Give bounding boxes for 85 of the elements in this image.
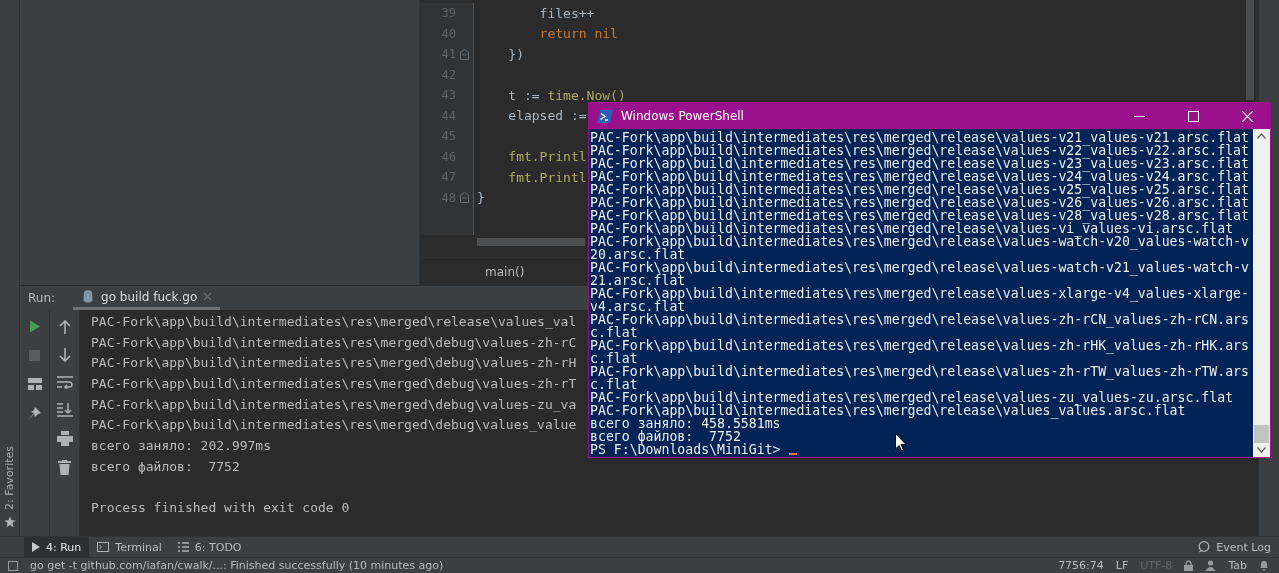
status-message: go get -t github.com/iafan/cwalk/...: Finished successfully (10 minutes ago) xyxy=(30,559,444,572)
scrollbar-thumb[interactable] xyxy=(477,238,585,246)
console-line: PAC-Fork\app\build\intermediates\res\merged\release\values-watch-v20_values-watch-v xyxy=(590,235,1249,248)
cursor-position[interactable]: 7756:74 xyxy=(1058,559,1104,572)
console-line: PAC-Fork\app\build\intermediates\res\merged\release\values-v21_values-v21.arsc.flat xyxy=(590,131,1249,144)
run-icon xyxy=(32,542,40,553)
tool-window-tab[interactable]: 4: Run xyxy=(24,537,90,558)
console-line: c.flat xyxy=(590,352,638,365)
event-log-tab[interactable]: Event Log xyxy=(1190,537,1279,558)
tool-window-tab[interactable]: Terminal xyxy=(89,537,170,558)
lock-icon[interactable] xyxy=(1184,560,1194,571)
console-line: PAC-Fork\app\build\intermediates\res\merged\release\values-zu_values-zu.arsc.flat xyxy=(590,391,1234,404)
tool-window-tab[interactable]: 6: TODO xyxy=(169,537,250,558)
console-line: всего файлов: 7752 xyxy=(91,458,240,474)
panel-title: Run: xyxy=(28,291,56,305)
console-line: всего заняло: 458.5581ms xyxy=(590,417,781,430)
fold-icon[interactable] xyxy=(460,48,469,60)
console-line: PAC-Fork\app\build\intermediates\res\merged\release\values-vi_values-vi.arsc.flat xyxy=(590,222,1234,235)
pin-icon[interactable] xyxy=(28,407,41,420)
console-line: PAC-Fork\app\build\intermediates\res\merged\debug\values-zh-rC xyxy=(91,334,577,350)
square-icon[interactable] xyxy=(8,560,18,571)
console-line: PAC-Fork\app\build\intermediates\res\merged\release\values-v24_values-v24.arsc.flat xyxy=(590,170,1249,183)
console-line: PAC-Fork\app\build\intermediates\res\merged\release\values_values.arsc.flat xyxy=(590,404,1186,417)
window-title: Windows PowerShell xyxy=(621,109,744,123)
close-icon xyxy=(1241,110,1253,122)
scrollbar[interactable] xyxy=(1246,0,1254,100)
layout-icon[interactable] xyxy=(27,378,42,390)
up-arrow-icon[interactable] xyxy=(58,320,71,334)
code-line: elapsed := xyxy=(507,108,587,124)
code-line: fmt.Printl xyxy=(507,169,587,185)
scroll-to-end-icon[interactable] xyxy=(56,403,73,417)
console-line: PAC-Fork\app\build\intermediates\res\merged\debug\values-zh-rT xyxy=(91,375,577,391)
list-icon xyxy=(177,542,189,553)
console-line: PAC-Fork\app\build\intermediates\res\merged\release\values-v25_values-v25.arsc.flat xyxy=(590,183,1249,196)
code-line: } xyxy=(477,190,485,206)
console-line: PAC-Fork\app\build\intermediates\res\merged\release\values-zh-rTW_values-zh-rTW.ars xyxy=(590,365,1249,378)
code-line: return nil xyxy=(538,26,618,42)
scroll-down-icon[interactable] xyxy=(1257,447,1266,453)
code-line: files++ xyxy=(538,5,595,21)
console-line: PAC-Fork\app\build\intermediates\res\merged\release\values-zh-rHK_values-zh-rHK.ars xyxy=(590,339,1249,352)
bell-icon[interactable] xyxy=(1259,560,1269,571)
console-line: всего файлов: 7752 xyxy=(590,430,741,443)
code-line: t := time.Now() xyxy=(507,87,626,103)
print-icon[interactable] xyxy=(56,431,73,446)
console-line: PAC-Fork\app\build\intermediates\res\merged\release\values-v23_values-v23.arsc.flat xyxy=(590,157,1249,170)
console-line: PAC-Fork\app\build\intermediates\res\merged\debug\values-zh-rH xyxy=(91,355,577,371)
terminal-icon xyxy=(97,542,110,553)
star-icon xyxy=(3,516,16,529)
console-line: c.flat xyxy=(590,378,638,391)
text-cursor xyxy=(788,453,797,455)
console-line: всего заняло: 202.997ms xyxy=(91,437,271,453)
breadcrumb[interactable]: main() xyxy=(485,264,525,279)
console-line: v4.arsc.flat xyxy=(590,300,686,313)
person-icon[interactable] xyxy=(1205,560,1217,571)
console-line: PAC-Fork\app\build\intermediates\res\merged\release\values-v26_values-v26.arsc.flat xyxy=(590,196,1249,209)
console-line: Process finished with exit code 0 xyxy=(91,500,350,516)
wrap-icon[interactable] xyxy=(56,376,73,389)
console-line: PAC-Fork\app\build\intermediates\res\merged\release\values-xlarge-v4_values-xlarge- xyxy=(590,287,1249,300)
maximize-icon xyxy=(1187,110,1199,122)
console-line: PAC-Fork\app\build\intermediates\res\merged\release\values_val xyxy=(91,313,577,329)
close-icon[interactable] xyxy=(203,292,213,301)
console-line: PAC-Fork\app\build\intermediates\res\merged\debug\values_value xyxy=(91,417,577,433)
line-separator[interactable]: LF xyxy=(1115,559,1129,572)
scroll-up-icon[interactable] xyxy=(1257,133,1266,139)
console-line: PAC-Fork\app\build\intermediates\res\merged\release\values-zh-rCN_values-zh-rCN.ars xyxy=(590,313,1249,326)
indent-setting[interactable]: Tab xyxy=(1228,559,1247,572)
console-line: 20.arsc.flat xyxy=(590,248,686,261)
mouse-pointer-icon xyxy=(895,433,907,452)
console-line: c.flat xyxy=(590,326,638,339)
trash-icon[interactable] xyxy=(58,460,71,475)
console-line: PAC-Fork\app\build\intermediates\res\merged\release\values-v28_values-v28.arsc.flat xyxy=(590,209,1249,222)
terminal-prompt-icon xyxy=(597,109,613,123)
down-arrow-icon[interactable] xyxy=(58,348,71,362)
run-icon[interactable] xyxy=(28,320,41,333)
console-line: 21.arsc.flat xyxy=(590,274,686,287)
console-line: PAC-Fork\app\build\intermediates\res\merged\debug\values-zu_va xyxy=(91,396,577,412)
scrollbar-thumb[interactable] xyxy=(1254,425,1269,443)
speech-bubble-icon xyxy=(1198,541,1211,554)
console-line: PS F:\Downloads\MiniGit> xyxy=(590,443,782,456)
console-line: PAC-Fork\app\build\intermediates\res\merged\release\values-v22_values-v22.arsc.flat xyxy=(590,144,1249,157)
code-line: fmt.Printl xyxy=(507,149,587,165)
favorites-tab[interactable]: 2: Favorites xyxy=(3,446,16,511)
console-line: PAC-Fork\app\build\intermediates\res\merged\release\values-watch-v21_values-watch-v xyxy=(590,261,1249,274)
code-line: }) xyxy=(507,46,524,62)
fold-icon[interactable] xyxy=(460,192,469,204)
